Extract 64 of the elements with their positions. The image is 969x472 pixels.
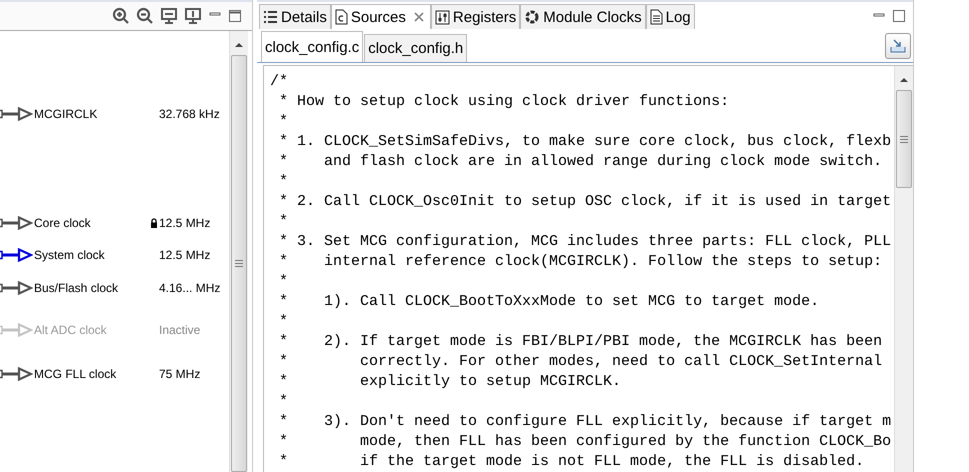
clock-name: MCG FLL clock — [34, 367, 118, 381]
grip-icon — [235, 260, 243, 267]
document-icon — [650, 9, 663, 26]
maximize-icon[interactable] — [893, 10, 905, 22]
view-tab[interactable]: Module Clocks — [520, 4, 646, 30]
view-tab[interactable]: Log — [646, 4, 695, 30]
connector-arrow[interactable] — [0, 367, 33, 381]
scrollbar-thumb[interactable] — [896, 90, 912, 188]
code-line: * — [278, 212, 288, 232]
clock-name: System clock — [34, 248, 106, 262]
scroll-up-icon[interactable] — [899, 76, 909, 84]
connector-arrow[interactable] — [0, 107, 33, 121]
grip-icon — [900, 136, 908, 142]
code-line: * — [278, 392, 288, 412]
file-tab[interactable]: clock_config.c — [261, 31, 364, 62]
clock-frequency: Inactive — [159, 323, 200, 337]
scroll-up-icon[interactable] — [234, 41, 244, 49]
clock-name: Bus/Flash clock — [34, 281, 120, 295]
view-tab[interactable]: Details — [259, 4, 331, 30]
zoom-out-icon[interactable] — [136, 7, 154, 25]
clock-frequency: 4.16... MHz — [159, 281, 220, 295]
view-tab[interactable]: Sources — [330, 4, 431, 30]
toolbar-button[interactable] — [885, 32, 911, 59]
code-line: * 2. Call CLOCK_Osc0Init to setup OSC clock, if it is used in target — [278, 192, 892, 212]
gear-icon — [524, 9, 540, 26]
clock-frequency: 12.5 MHz — [159, 248, 210, 262]
code-line: * mode, then FLL has been configured by the function CLOCK_Bo — [278, 432, 892, 452]
sliders-icon — [434, 10, 450, 25]
clock-frequency: 75 MHz — [159, 367, 200, 381]
connector-arrow[interactable] — [0, 248, 33, 262]
code-line: * 1). Call CLOCK_BootToXxxMode to set MCG to target mode. — [278, 292, 820, 312]
file-icon — [334, 9, 348, 26]
code-line: * 3). Don't need to configure FLL explicitly, because if target m — [278, 412, 892, 432]
scrollbar-thumb[interactable] — [231, 55, 247, 472]
clock-frequency: 32.768 kHz — [159, 107, 220, 121]
connector-arrow[interactable] — [0, 216, 33, 230]
maximize-icon[interactable] — [228, 9, 242, 23]
code-line: * and flash clock are in allowed range during clock mode switch. — [278, 152, 882, 172]
fit-width-icon[interactable] — [160, 7, 178, 25]
zoom-in-icon[interactable] — [112, 7, 130, 25]
export-icon — [889, 38, 907, 54]
code-line: * correctly. For other modes, need to call CLOCK_SetInternal — [278, 352, 882, 372]
list-icon — [263, 10, 278, 24]
code-line: * 2). If target mode is FBI/BLPI/PBI mode, the MCGIRCLK has been — [278, 332, 882, 352]
code-line: * — [278, 112, 288, 132]
code-line: * — [278, 312, 288, 332]
code-line: * — [278, 272, 288, 292]
close-icon[interactable] — [414, 12, 424, 22]
code-line: * — [278, 172, 288, 192]
file-tab[interactable]: clock_config.h — [364, 34, 468, 62]
code-line: * 1. CLOCK_SetSimSafeDivs, to make sure core clock, bus clock, flexb — [278, 132, 892, 152]
code-line: * 3. Set MCG configuration, MCG includes three parts: FLL clock, PLL — [278, 232, 892, 252]
view-tab[interactable]: Registers — [430, 4, 520, 30]
clock-name: Alt ADC clock — [34, 323, 108, 337]
code-line: * explicitly to setup MCGIRCLK. — [278, 372, 622, 392]
code-line: * How to setup clock using clock driver functions: — [278, 92, 730, 112]
code-line: * if the target mode is not FLL mode, the FLL is disabled. — [278, 452, 864, 472]
clock-frequency: 12.5 MHz — [159, 216, 210, 230]
fit-height-icon[interactable] — [184, 7, 202, 25]
clock-name: Core clock — [34, 216, 92, 230]
connector-arrow[interactable] — [0, 281, 33, 295]
code-line: * internal reference clock(MCGIRCLK). Follow the steps to setup: — [278, 252, 882, 272]
clock-name: MCGIRCLK — [34, 107, 98, 121]
code-line: /* — [270, 72, 288, 92]
